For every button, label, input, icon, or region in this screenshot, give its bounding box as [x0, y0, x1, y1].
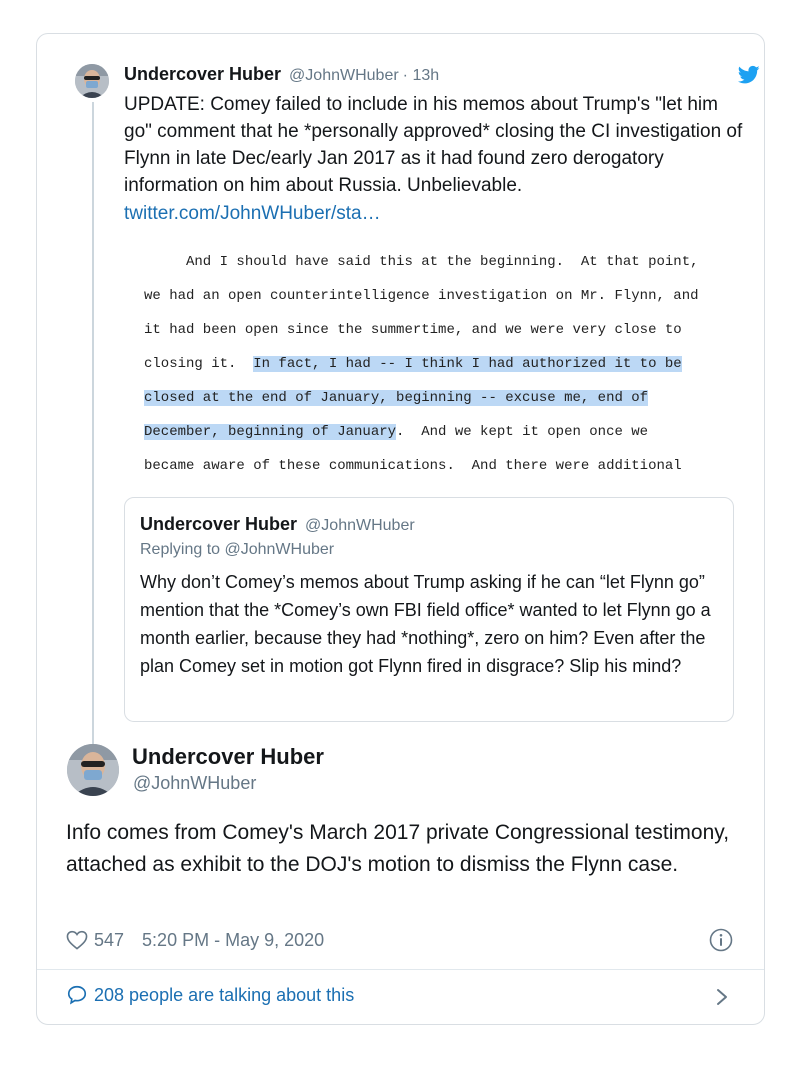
parent-avatar[interactable]	[75, 64, 109, 98]
parent-tweet-header: Undercover Huber @JohnWHuber · 13h	[124, 64, 439, 88]
reply-bubble-icon	[67, 985, 87, 1005]
parent-tweet-link[interactable]: twitter.com/JohnWHuber/sta…	[124, 200, 381, 227]
document-line: closed at the end of January, beginning …	[144, 387, 649, 409]
tweet-embed-card: Undercover Huber @JohnWHuber · 13h UPDAT…	[36, 33, 765, 1025]
document-line: it had been open since the summertime, a…	[144, 322, 682, 338]
document-line: became aware of these communications. An…	[144, 458, 682, 474]
parent-tweet-text: UPDATE: Comey failed to include in his m…	[124, 94, 743, 196]
parent-author-handle[interactable]: @JohnWHuber	[289, 67, 399, 85]
parent-timestamp[interactable]: · 13h	[403, 67, 439, 85]
divider	[37, 969, 764, 970]
twitter-bird-icon[interactable]	[737, 65, 760, 85]
quoted-tweet-header: Undercover Huber @JohnWHuber	[140, 514, 415, 535]
document-excerpt-image[interactable]: And I should have said this at the begin…	[124, 237, 744, 482]
quoted-author-name: Undercover Huber	[140, 514, 298, 534]
tweet-timestamp[interactable]: 5:20 PM - May 9, 2020	[142, 930, 324, 951]
main-author-name[interactable]: Undercover Huber	[132, 744, 324, 770]
tweet-meta: 547 5:20 PM - May 9, 2020	[66, 926, 324, 954]
parent-author-name[interactable]: Undercover Huber	[124, 64, 281, 85]
heart-icon[interactable]	[66, 930, 88, 950]
like-count[interactable]: 547	[94, 930, 124, 951]
quoted-tweet[interactable]: Undercover Huber @JohnWHuber Replying to…	[124, 497, 734, 722]
main-tweet-text: Info comes from Comey's March 2017 priva…	[66, 821, 730, 876]
highlighted-text: closed at the end of January, beginning …	[144, 390, 649, 406]
conversation-link[interactable]: 208 people are talking about this	[66, 984, 354, 1006]
quoted-tweet-text: Why don’t Comey’s memos about Trump aski…	[140, 572, 711, 676]
chevron-right-icon[interactable]	[712, 986, 732, 1008]
highlighted-text: In fact, I had -- I think I had authoriz…	[253, 356, 682, 372]
main-avatar[interactable]	[67, 744, 119, 796]
conversation-count-label: 208 people are talking about this	[94, 984, 355, 1005]
replying-to-label: Replying to @JohnWHuber	[140, 541, 335, 558]
main-author-handle[interactable]: @JohnWHuber	[133, 773, 256, 794]
document-line: closing it. In fact, I had -- I think I …	[144, 356, 682, 372]
thread-line	[92, 102, 94, 777]
info-icon[interactable]	[709, 928, 733, 952]
document-line: we had an open counterintelligence inves…	[144, 288, 699, 304]
document-line: And I should have said this at the begin…	[144, 254, 699, 270]
document-line: December, beginning of January. And we k…	[144, 424, 649, 440]
quoted-author-handle: @JohnWHuber	[305, 517, 415, 534]
highlighted-text: December, beginning of January	[144, 424, 397, 440]
